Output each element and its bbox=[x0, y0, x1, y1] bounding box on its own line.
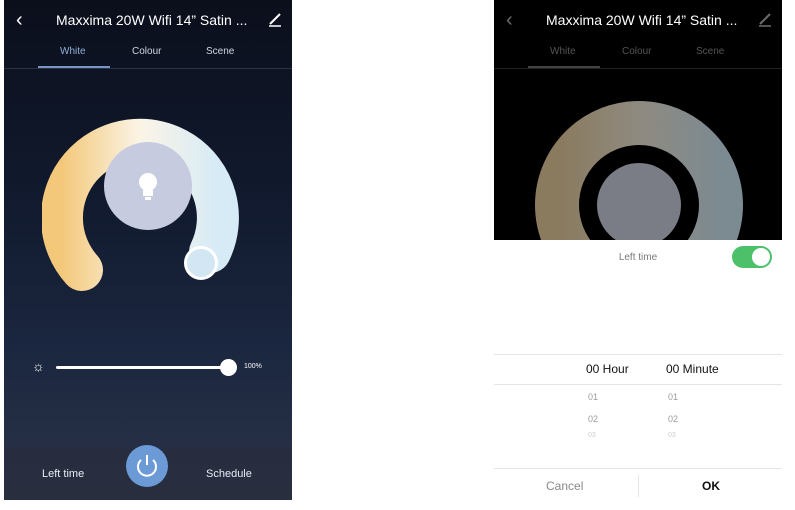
edit-icon[interactable] bbox=[756, 10, 774, 28]
ok-button[interactable]: OK bbox=[702, 479, 720, 493]
hour-option[interactable]: 03 bbox=[588, 432, 596, 439]
brightness-percent: 100% bbox=[244, 363, 262, 370]
minute-option[interactable]: 03 bbox=[668, 432, 676, 439]
phone-left-time-sheet: ‹ Maxxima 20W Wifi 14” Satin ... White C… bbox=[494, 0, 782, 500]
tab-colour[interactable]: Colour bbox=[622, 46, 651, 57]
cancel-button[interactable]: Cancel bbox=[546, 479, 583, 493]
bulb-icon bbox=[139, 173, 157, 200]
tab-underline bbox=[38, 66, 110, 68]
back-arrow-icon[interactable]: ‹ bbox=[506, 10, 513, 30]
tab-white[interactable]: White bbox=[550, 46, 576, 57]
hour-option[interactable]: 02 bbox=[588, 414, 598, 424]
hour-selected[interactable]: 00 Hour bbox=[586, 362, 629, 376]
tab-white[interactable]: White bbox=[60, 46, 86, 57]
tab-underline bbox=[528, 66, 600, 68]
left-time-button[interactable]: Left time bbox=[42, 468, 84, 480]
picker-divider-bottom bbox=[494, 384, 782, 385]
toggle-knob bbox=[752, 248, 770, 266]
actions-divider bbox=[638, 475, 639, 497]
minute-option[interactable]: 02 bbox=[668, 414, 678, 424]
wheel-handle[interactable] bbox=[184, 246, 218, 280]
edit-icon[interactable] bbox=[266, 10, 284, 28]
phone-white-mode: ‹ Maxxima 20W Wifi 14” Satin ... White C… bbox=[4, 0, 292, 500]
bulb-button[interactable] bbox=[104, 142, 192, 230]
sheet-actions: Cancel OK bbox=[494, 468, 782, 500]
header: ‹ Maxxima 20W Wifi 14” Satin ... bbox=[4, 0, 292, 40]
power-icon bbox=[137, 455, 157, 477]
power-button[interactable] bbox=[126, 445, 168, 487]
left-time-toggle[interactable] bbox=[732, 246, 772, 268]
back-arrow-icon[interactable]: ‹ bbox=[16, 10, 23, 30]
picker-divider-top bbox=[494, 354, 782, 355]
tab-bar: White Colour Scene bbox=[4, 40, 292, 69]
schedule-button[interactable]: Schedule bbox=[206, 468, 252, 480]
hour-option[interactable]: 01 bbox=[588, 392, 598, 402]
left-time-sheet: Left time 00 Hour 00 Minute 01 02 03 01 … bbox=[494, 240, 782, 500]
bottom-bar: Left time Schedule bbox=[4, 445, 292, 500]
sun-icon: ☼ bbox=[32, 358, 45, 374]
header: ‹ Maxxima 20W Wifi 14” Satin ... bbox=[494, 0, 782, 40]
minute-selected[interactable]: 00 Minute bbox=[666, 362, 719, 376]
tab-bar: White Colour Scene bbox=[494, 40, 782, 69]
tab-scene[interactable]: Scene bbox=[206, 46, 234, 57]
brightness-slider-row: ☼ 100% bbox=[4, 356, 292, 378]
tab-colour[interactable]: Colour bbox=[132, 46, 161, 57]
tab-scene[interactable]: Scene bbox=[696, 46, 724, 57]
page-title: Maxxima 20W Wifi 14” Satin ... bbox=[56, 12, 248, 28]
brightness-track[interactable] bbox=[56, 366, 234, 369]
brightness-knob[interactable] bbox=[220, 359, 237, 376]
minute-option[interactable]: 01 bbox=[668, 392, 678, 402]
page-title: Maxxima 20W Wifi 14” Satin ... bbox=[546, 12, 738, 28]
